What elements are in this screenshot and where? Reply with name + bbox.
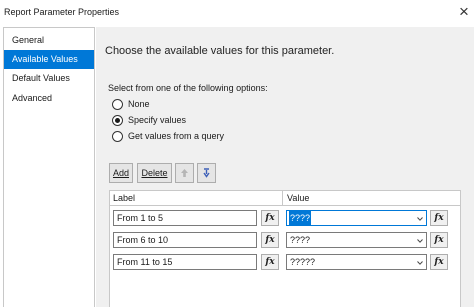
add-button[interactable]: Add — [109, 163, 133, 183]
sidebar-item-available-values[interactable]: Available Values — [4, 50, 94, 69]
page-heading: Choose the available values for this par… — [105, 45, 335, 57]
delete-button-label: Delete — [141, 168, 168, 178]
radio-button[interactable] — [112, 130, 123, 142]
radio-none[interactable]: None — [112, 97, 150, 111]
column-header-label: Label — [113, 193, 136, 203]
delete-button[interactable]: Delete — [137, 163, 172, 183]
radio-label: None — [128, 99, 150, 109]
fx-icon[interactable]: fx — [261, 254, 279, 270]
radio-label: Specify values — [128, 115, 187, 125]
fx-icon[interactable]: fx — [430, 210, 448, 226]
radio-label: Get values from a query — [128, 131, 225, 141]
window-title: Report Parameter Properties — [4, 7, 120, 17]
sidebar-item-advanced[interactable]: Advanced — [4, 89, 94, 108]
grid-header: Label Value — [110, 191, 460, 206]
value-text: ????? — [290, 257, 316, 267]
options-label: Select from one of the following options… — [108, 83, 268, 93]
value-combobox[interactable]: ????? — [286, 254, 427, 270]
column-divider[interactable] — [282, 191, 283, 206]
sidebar: General Available Values Default Values … — [3, 27, 95, 307]
title-bar: Report Parameter Properties × — [0, 0, 474, 24]
label-input[interactable]: From 1 to 5 — [113, 210, 257, 226]
close-icon[interactable]: × — [454, 2, 474, 22]
column-header-value: Value — [287, 193, 310, 203]
values-grid: Label Value From 1 to 5 fx ???? fx From … — [109, 190, 461, 307]
value-combobox[interactable]: ???? — [286, 210, 427, 226]
radio-get-values-from-query[interactable]: Get values from a query — [112, 129, 224, 143]
radio-button[interactable] — [112, 98, 123, 110]
label-input[interactable]: From 11 to 15 — [113, 254, 257, 270]
fx-icon[interactable]: fx — [261, 210, 279, 226]
fx-icon[interactable]: fx — [430, 232, 448, 248]
fx-icon[interactable]: fx — [430, 254, 448, 270]
add-button-label: Add — [112, 168, 129, 178]
sidebar-item-general[interactable]: General — [4, 31, 94, 50]
label-input[interactable]: From 6 to 10 — [113, 232, 257, 248]
arrow-up-icon — [181, 169, 188, 177]
main-panel: Choose the available values for this par… — [96, 27, 474, 307]
arrow-down-icon — [203, 168, 210, 178]
radio-specify-values[interactable]: Specify values — [112, 113, 186, 127]
chevron-down-icon[interactable] — [417, 238, 423, 244]
value-text: ???? — [290, 235, 311, 245]
radio-button-selected[interactable] — [112, 114, 123, 126]
chevron-down-icon[interactable] — [417, 216, 423, 222]
chevron-down-icon[interactable] — [417, 260, 423, 266]
radio-dot — [115, 117, 120, 123]
sidebar-item-default-values[interactable]: Default Values — [4, 69, 94, 88]
value-combobox[interactable]: ???? — [286, 232, 427, 248]
move-up-button[interactable] — [175, 163, 194, 183]
value-text: ???? — [289, 211, 312, 225]
move-down-button[interactable] — [197, 163, 216, 183]
fx-icon[interactable]: fx — [261, 232, 279, 248]
